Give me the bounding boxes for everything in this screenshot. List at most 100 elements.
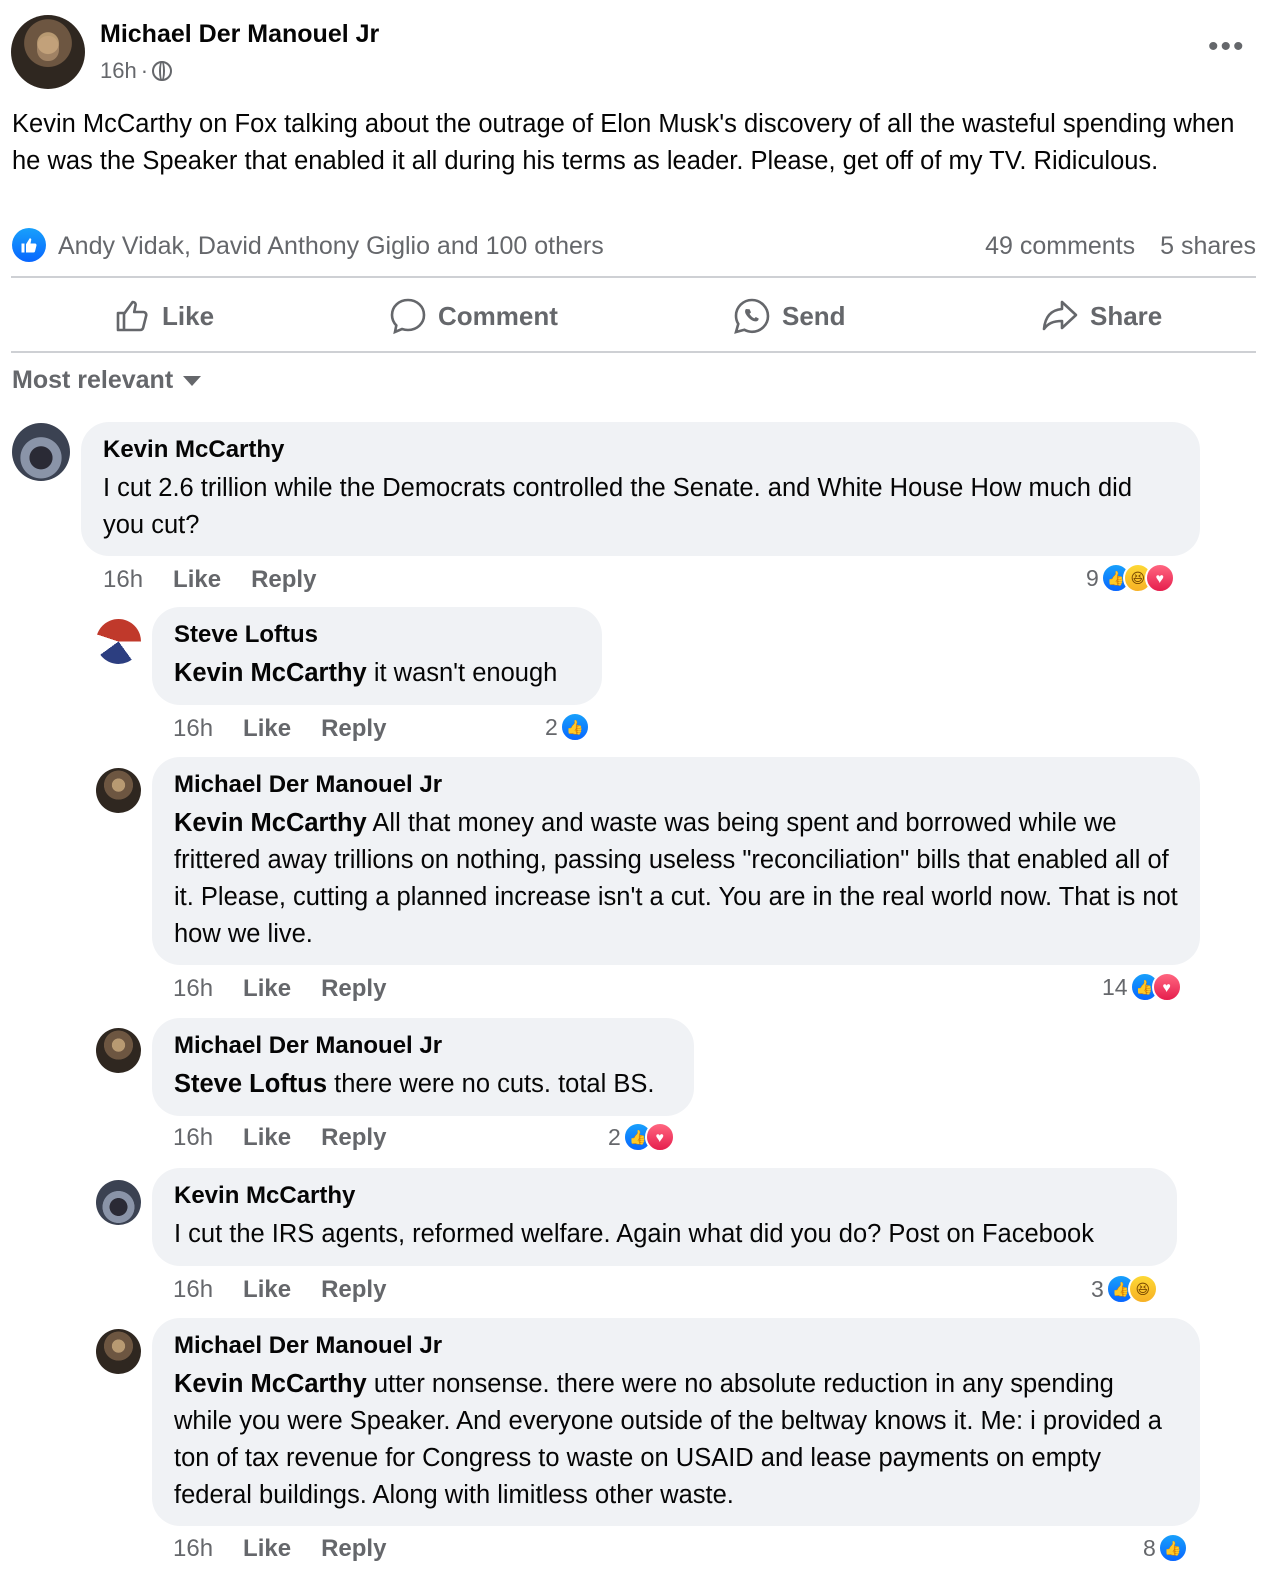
comment-reply-button[interactable]: Reply — [321, 1276, 386, 1304]
like-button[interactable]: Like — [112, 296, 214, 336]
more-options-icon[interactable]: ••• — [1208, 30, 1246, 64]
whatsapp-icon — [734, 298, 770, 334]
caret-down-icon — [183, 375, 202, 386]
comment-like-button[interactable]: Like — [243, 1124, 291, 1152]
comment-text: I cut 2.6 trillion while the Democrats c… — [103, 474, 1133, 539]
comment-reply-button[interactable]: Reply — [321, 975, 386, 1003]
comment-body: it wasn't enough — [366, 659, 558, 687]
comment-body: there were no cuts. total BS. — [327, 1070, 655, 1098]
haha-reaction-icon: 😆 — [1127, 1274, 1158, 1304]
share-button[interactable]: Share — [1040, 296, 1162, 336]
comment-author[interactable]: Steve Loftus — [174, 621, 580, 649]
send-button[interactable]: Send — [732, 296, 846, 336]
comment-like-button[interactable]: Like — [243, 975, 291, 1003]
post-time[interactable]: 16h — [100, 58, 137, 84]
comment-text: Kevin McCarthy it wasn't enough — [174, 655, 580, 692]
comment-author[interactable]: Michael Der Manouel Jr — [174, 1332, 1178, 1360]
divider — [11, 276, 1256, 278]
post-meta: 16h · — [100, 58, 173, 84]
comment-like-button[interactable]: Like — [243, 1535, 291, 1563]
comment-bubble: Michael Der Manouel Jr Steve Loftus ther… — [152, 1018, 694, 1116]
comment-reaction-count[interactable]: 3 👍 😆 — [1091, 1274, 1158, 1304]
comment-time[interactable]: 16h — [173, 975, 213, 1003]
like-button-label: Like — [162, 300, 215, 331]
post-stats: 49 comments 5 shares — [967, 232, 1256, 261]
shares-count[interactable]: 5 shares — [1160, 232, 1256, 260]
like-reaction-icon: 👍 — [559, 712, 590, 742]
comment-actions: 16h Like Reply — [173, 975, 386, 1003]
comment-author[interactable]: Kevin McCarthy — [174, 1182, 1155, 1210]
avatar[interactable] — [12, 423, 70, 481]
comment-bubble: Kevin McCarthy I cut 2.6 trillion while … — [81, 422, 1200, 556]
like-reaction-icon — [12, 228, 46, 262]
comment-like-button[interactable]: Like — [243, 1276, 291, 1304]
comment-author[interactable]: Michael Der Manouel Jr — [174, 771, 1178, 799]
reaction-count-number: 9 — [1086, 564, 1099, 591]
comment-text: Kevin McCarthy utter nonsense. there wer… — [174, 1366, 1178, 1514]
share-icon — [1042, 300, 1078, 331]
comment-mention[interactable]: Kevin McCarthy — [174, 809, 367, 837]
reaction-count-number: 3 — [1091, 1275, 1104, 1302]
comment-actions: 16h Like Reply — [173, 715, 386, 743]
comment-author[interactable]: Michael Der Manouel Jr — [174, 1032, 672, 1060]
comment-bubble: Kevin McCarthy I cut the IRS agents, ref… — [152, 1168, 1177, 1266]
comment-mention[interactable]: Kevin McCarthy — [174, 1370, 367, 1398]
comment-icon — [390, 298, 426, 335]
globe-icon — [152, 61, 173, 81]
thumbs-up-icon — [116, 300, 148, 332]
comment-reaction-count[interactable]: 8 👍 — [1143, 1533, 1188, 1563]
comment-mention[interactable]: Steve Loftus — [174, 1070, 327, 1098]
love-reaction-icon: ♥ — [644, 1122, 675, 1152]
reactions-summary: Andy Vidak, David Anthony Giglio and 100… — [12, 228, 1256, 268]
comment-reaction-count[interactable]: 14 👍 ♥ — [1102, 972, 1182, 1002]
like-reaction-icon: 👍 — [1157, 1533, 1188, 1563]
comment-like-button[interactable]: Like — [173, 566, 221, 594]
comment-actions: 16h Like Reply — [173, 1276, 386, 1304]
comment-time[interactable]: 16h — [103, 566, 143, 594]
comment-time[interactable]: 16h — [173, 715, 213, 743]
comment-reply-button[interactable]: Reply — [321, 715, 386, 743]
post-author-avatar[interactable] — [11, 15, 85, 89]
comment-like-button[interactable]: Like — [243, 715, 291, 743]
comment-mention[interactable]: Kevin McCarthy — [174, 659, 367, 687]
divider — [11, 351, 1256, 353]
comment-time[interactable]: 16h — [173, 1276, 213, 1304]
post-text: Kevin McCarthy on Fox talking about the … — [12, 110, 1235, 175]
comments-count[interactable]: 49 comments — [985, 232, 1135, 260]
comment-text: I cut the IRS agents, reformed welfare. … — [174, 1220, 1094, 1248]
comment-reply-button[interactable]: Reply — [321, 1124, 386, 1152]
reaction-names[interactable]: Andy Vidak, David Anthony Giglio and 100… — [58, 232, 604, 261]
comment-bubble: Steve Loftus Kevin McCarthy it wasn't en… — [152, 607, 602, 705]
comment-actions: 16h Like Reply — [103, 566, 316, 594]
send-button-label: Send — [782, 300, 846, 331]
avatar[interactable] — [96, 619, 141, 664]
sort-label: Most relevant — [12, 366, 174, 394]
avatar[interactable] — [96, 1329, 141, 1374]
comment-reply-button[interactable]: Reply — [321, 1535, 386, 1563]
comment-text: Kevin McCarthy All that money and waste … — [174, 805, 1178, 953]
comment-reaction-count[interactable]: 2 👍 — [545, 712, 590, 742]
comment-author[interactable]: Kevin McCarthy — [103, 436, 1178, 464]
love-reaction-icon: ♥ — [1144, 563, 1175, 593]
reaction-count-number: 2 — [608, 1123, 621, 1150]
comment-actions: 16h Like Reply — [173, 1124, 386, 1152]
post-author-name[interactable]: Michael Der Manouel Jr — [100, 20, 379, 49]
avatar[interactable] — [96, 1028, 141, 1073]
comment-time[interactable]: 16h — [173, 1124, 213, 1152]
comment-reply-button[interactable]: Reply — [251, 566, 316, 594]
comment-bubble: Michael Der Manouel Jr Kevin McCarthy Al… — [152, 757, 1200, 965]
reaction-count-number: 8 — [1143, 1534, 1156, 1561]
comment-sort-dropdown[interactable]: Most relevant — [12, 366, 202, 395]
comment-text: Steve Loftus there were no cuts. total B… — [174, 1066, 672, 1103]
avatar[interactable] — [96, 1180, 141, 1225]
reaction-count-number: 2 — [545, 713, 558, 740]
comment-button[interactable]: Comment — [388, 296, 558, 336]
comment-bubble: Michael Der Manouel Jr Kevin McCarthy ut… — [152, 1318, 1200, 1526]
reaction-count-number: 14 — [1102, 973, 1128, 1000]
comment-reaction-count[interactable]: 9 👍 😆 ♥ — [1086, 563, 1175, 593]
comment-time[interactable]: 16h — [173, 1535, 213, 1563]
love-reaction-icon: ♥ — [1151, 972, 1182, 1002]
comment-reaction-count[interactable]: 2 👍 ♥ — [608, 1122, 675, 1152]
avatar[interactable] — [96, 768, 141, 813]
comment-button-label: Comment — [438, 300, 558, 331]
